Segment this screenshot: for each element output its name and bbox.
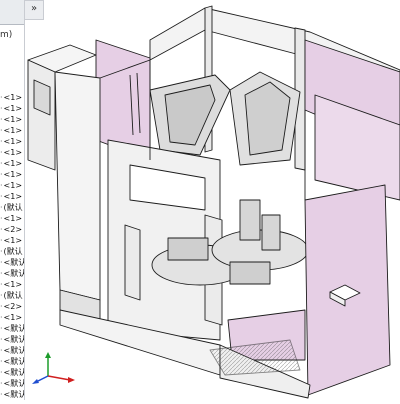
left-back-panel — [95, 39, 151, 161]
config-label: m) — [0, 30, 13, 40]
tree-collapse-button[interactable] — [0, 0, 24, 25]
expand-button[interactable]: » — [24, 0, 44, 20]
tree-item[interactable]: <默认 — [0, 389, 24, 400]
graphics-viewport[interactable] — [24, 0, 400, 400]
left-front-panel — [54, 71, 101, 301]
assembly-model — [27, 5, 400, 399]
side-console — [27, 59, 56, 171]
feature-manager-tree[interactable]: m) <1> (<1> (<1> (<1> (<1> (<1> (<1> (<1… — [0, 0, 25, 400]
view-orientation-triad — [30, 352, 76, 386]
